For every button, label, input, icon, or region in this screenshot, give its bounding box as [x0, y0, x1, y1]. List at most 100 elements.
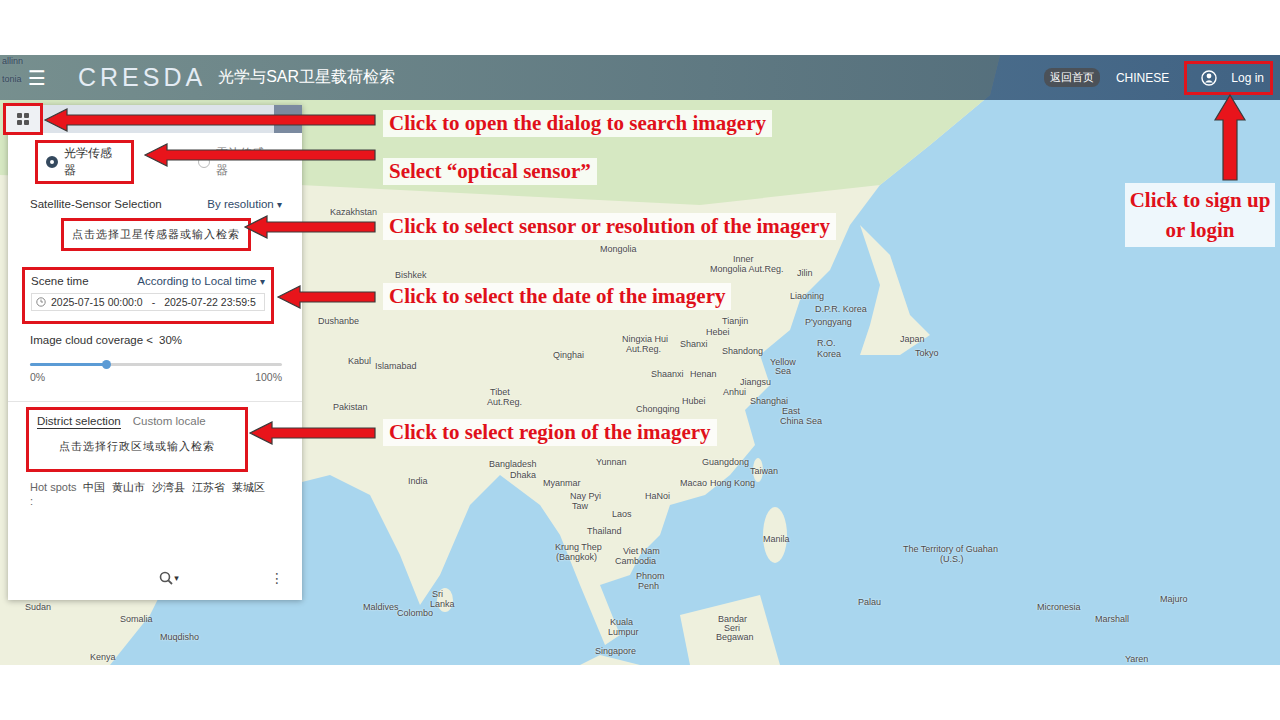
annotation-callout: Click to select region of the imagery	[383, 419, 717, 446]
hot-spot[interactable]: 江苏省	[192, 480, 225, 494]
page: allinntoniaKazakhstanBishkekDushanbeKabu…	[0, 0, 1280, 720]
scene-time-label: Scene time	[31, 275, 89, 287]
hot-spot[interactable]: 沙湾县	[152, 480, 185, 494]
hot-spot[interactable]: 莱城区	[232, 480, 265, 494]
map-label: Kuala	[610, 617, 633, 627]
map-label: Tibet	[490, 387, 510, 397]
scene-time-header: Scene time According to Local time ▾	[31, 275, 265, 287]
sensor-type-radio[interactable]: 光学传感器	[35, 140, 134, 184]
map-label: Jiangsu	[740, 377, 771, 387]
hot-spot[interactable]: 黄山市	[112, 480, 145, 494]
map-label: P'yongyang	[805, 317, 852, 327]
left-arrow-icon	[145, 144, 375, 166]
map-label: Phnom	[636, 571, 665, 581]
sensor-type-radio[interactable]: 雷达传感器	[190, 143, 283, 181]
search-panel: 光学传感器 雷达传感器 Satellite-Sensor Selection B…	[8, 105, 302, 600]
map-label: Mongolia	[600, 244, 637, 254]
map-label: Maldives	[363, 602, 399, 612]
top-bar: ☰ CRESDA 光学与SAR卫星载荷检索 返回首页 CHINESE Log i…	[0, 55, 1280, 100]
up-arrow-icon	[1215, 95, 1245, 180]
map-label: Kazakhstan	[330, 207, 377, 217]
map-label: HaNoi	[645, 491, 670, 501]
map-label: Yaren	[1125, 654, 1148, 664]
map-label: India	[408, 476, 428, 486]
annotation-callout: Click to open the dialog to search image…	[383, 110, 772, 137]
slider-range: 0%100%	[30, 371, 282, 383]
menu-icon[interactable]: ☰	[28, 68, 46, 88]
map-label: Aut.Reg.	[626, 344, 661, 354]
radio-mark	[198, 156, 210, 168]
map-label: Singapore	[595, 646, 636, 656]
cloud-slider[interactable]	[30, 360, 282, 369]
map-label: Viet Nam	[623, 546, 660, 556]
map-label: Sudan	[25, 602, 51, 612]
cloud-coverage-label: Image cloud coverage <30%	[30, 334, 282, 346]
map-label: Taw	[572, 501, 588, 511]
map-label: Muqdisho	[160, 632, 199, 642]
more-button[interactable]: ⋮	[270, 570, 284, 586]
annotation-callout: Click to select sensor or resolution of …	[383, 213, 836, 240]
annotation-callout: Click to select the date of the imagery	[383, 283, 731, 310]
clock-icon	[36, 297, 46, 307]
map-label: Bandar	[718, 614, 747, 624]
map-label: Hubei	[682, 396, 706, 406]
search-input[interactable]	[43, 108, 274, 130]
region-tab[interactable]: Custom locale	[133, 415, 206, 429]
map-label: Majuro	[1160, 594, 1188, 604]
satellite-sensor-header: Satellite-Sensor Selection By resolution…	[30, 198, 282, 210]
map-label: Yellow	[770, 357, 796, 367]
map-label: Dushanbe	[318, 316, 359, 326]
map-label: Henan	[690, 369, 717, 379]
language-button[interactable]: CHINESE	[1116, 71, 1169, 85]
map-label: Marshall	[1095, 614, 1129, 624]
sensor-input[interactable]: 点击选择卫星传感器或输入检索	[61, 218, 251, 251]
logo[interactable]: CRESDA	[78, 63, 206, 92]
hot-spot[interactable]: 中国	[83, 480, 105, 494]
map-label: Shanghai	[750, 396, 788, 406]
map-label: Sea	[775, 366, 791, 376]
map-label: Hong Kong	[710, 478, 755, 488]
search-button[interactable]: ▾	[159, 571, 179, 585]
map-label: Tianjin	[722, 316, 748, 326]
scene-time-section: Scene time According to Local time ▾ 202…	[22, 267, 274, 324]
map-label: Lanka	[430, 599, 455, 609]
map-label: Shandong	[722, 346, 763, 356]
home-button[interactable]: 返回首页	[1044, 68, 1100, 87]
map-label: Colombo	[397, 608, 433, 618]
end-date[interactable]: 2025-07-22 23:59:5	[164, 296, 256, 308]
map-label: Korea	[817, 349, 841, 359]
map[interactable]: allinntoniaKazakhstanBishkekDushanbeKabu…	[0, 55, 1280, 665]
region-tab[interactable]: District selection	[37, 415, 121, 429]
map-label: Thailand	[587, 526, 622, 536]
map-label: Laos	[612, 509, 632, 519]
map-label: Shaanxi	[651, 369, 684, 379]
map-label: Nay Pyi	[570, 491, 601, 501]
resolution-dropdown[interactable]: By resolution ▾	[207, 198, 282, 210]
region-section: District selection Custom locale 点击选择行政区域…	[26, 407, 248, 472]
map-label: Lumpur	[608, 627, 639, 637]
map-label: Krung Thep	[555, 542, 602, 552]
login-button[interactable]: Log in	[1184, 61, 1273, 95]
map-label: Anhui	[723, 387, 746, 397]
map-label: Sri	[432, 589, 443, 599]
slider-knob[interactable]	[102, 360, 111, 369]
map-label: Dhaka	[510, 470, 536, 480]
date-range-input[interactable]: 2025-07-15 00:00:0 - 2025-07-22 23:59:5	[31, 293, 265, 311]
map-label: Shanxi	[680, 339, 708, 349]
map-label: Seri	[724, 623, 740, 633]
region-input[interactable]: 点击选择行政区域或输入检索	[37, 431, 237, 461]
left-arrow-icon	[250, 422, 375, 444]
open-search-button[interactable]	[3, 103, 43, 135]
hot-spots-label: Hot spots:	[30, 480, 76, 508]
sensor-field: 点击选择卫星传感器或输入检索	[30, 212, 282, 257]
radio-mark	[46, 156, 58, 168]
search-bar	[8, 105, 302, 133]
map-label: East	[782, 406, 800, 416]
time-mode-dropdown[interactable]: According to Local time ▾	[137, 275, 265, 287]
left-arrow-icon	[278, 286, 375, 308]
map-label: Mongolia Aut.Reg.	[710, 264, 784, 274]
map-label: Palau	[858, 597, 881, 607]
bottom-margin	[0, 665, 1280, 720]
start-date[interactable]: 2025-07-15 00:00:0	[51, 296, 143, 308]
map-label: Somalia	[120, 614, 153, 624]
